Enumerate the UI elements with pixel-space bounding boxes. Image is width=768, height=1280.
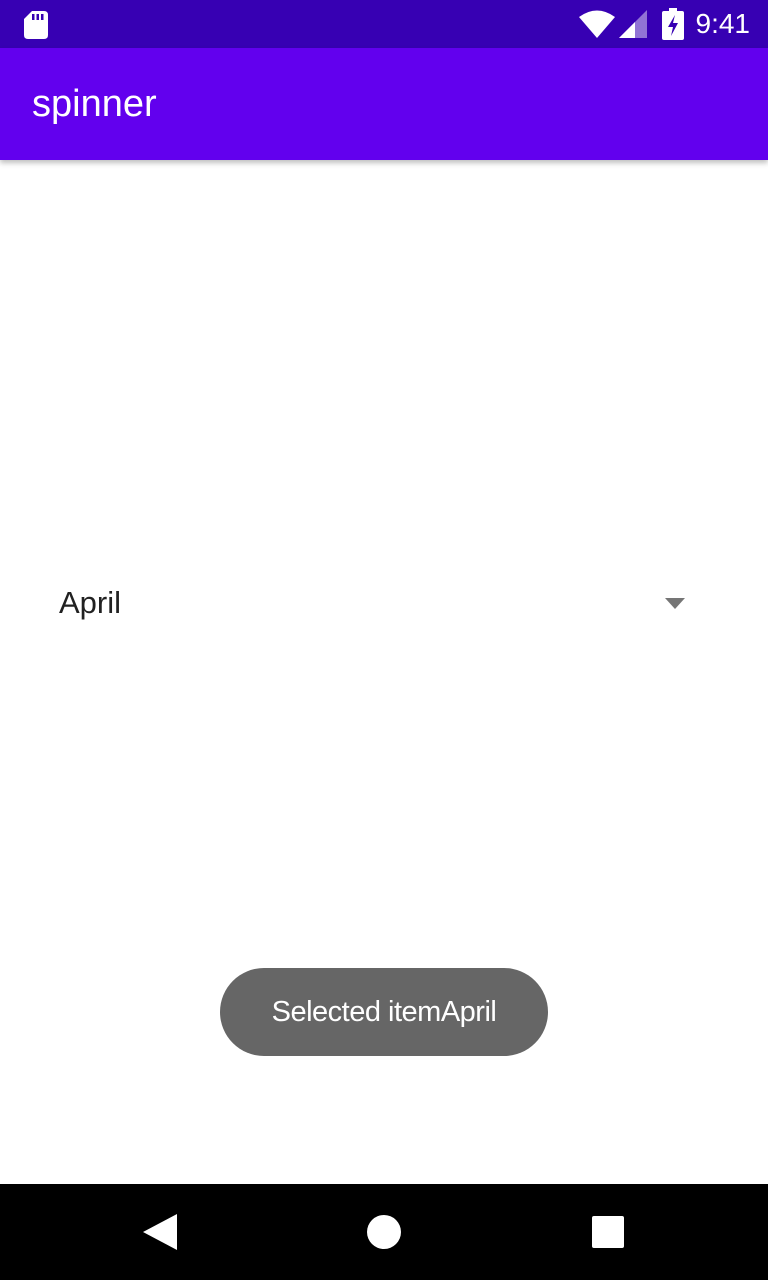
app-title: spinner: [32, 83, 157, 125]
home-icon[interactable]: [366, 1214, 402, 1250]
app-bar: spinner: [0, 48, 768, 160]
spinner-selected-value: April: [59, 585, 122, 620]
back-icon[interactable]: [143, 1214, 177, 1250]
toast-message: Selected itemApril: [220, 968, 548, 1056]
battery-charging-icon: [662, 8, 684, 40]
sd-card-icon: [24, 11, 48, 39]
month-spinner[interactable]: April: [32, 568, 704, 638]
status-bar: 9:41: [0, 0, 768, 48]
dropdown-arrow-icon: [665, 598, 685, 609]
toast-text: Selected itemApril: [271, 995, 497, 1028]
navigation-bar: [0, 1184, 768, 1280]
wifi-icon: [579, 10, 615, 38]
status-clock: 9:41: [695, 8, 751, 39]
main-content: April Selected itemApril: [0, 160, 768, 1184]
cell-signal-icon: [619, 10, 647, 38]
recents-icon[interactable]: [592, 1216, 624, 1248]
